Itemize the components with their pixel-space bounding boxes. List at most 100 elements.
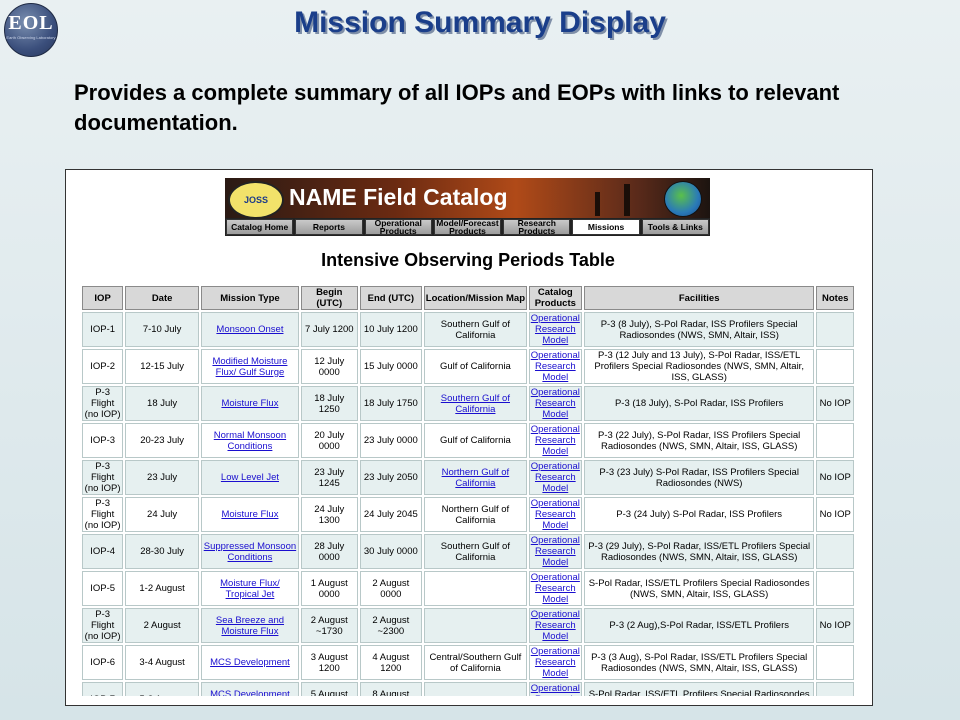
catalog-products-cell: OperationalResearchModel [528,682,582,696]
date-cell-text: 24 July [147,509,178,520]
begin-cell: 18 July 1250 [300,386,358,421]
product-link-research[interactable]: Research [535,546,576,557]
notes-cell: No IOP [816,386,854,421]
facilities-cell-text: P-3 (22 July), S-Pol Radar, ISS Profiler… [598,429,801,452]
end-cell: 8 August 1200 [359,682,423,696]
product-link-research[interactable]: Research [535,324,576,335]
notes-cell: No IOP [816,460,854,495]
end-cell-text: 4 August 1200 [372,651,410,674]
product-link-model[interactable]: Model [542,520,568,531]
facilities-cell: P-3 (24 July) S-Pol Radar, ISS Profilers [583,497,815,532]
mission-type-cell-link[interactable]: Moisture Flux [221,509,278,520]
product-link-operational[interactable]: Operational [531,461,580,472]
product-link-research[interactable]: Research [535,472,576,483]
product-link-research[interactable]: Research [535,398,576,409]
product-link-operational[interactable]: Operational [531,535,580,546]
mission-type-cell-link[interactable]: Sea Breeze and Moisture Flux [216,615,284,637]
iop-cell: IOP-7 [82,682,124,696]
product-link-research[interactable]: Research [535,583,576,594]
product-link-model[interactable]: Model [542,483,568,494]
location-cell-text: Central/Southern Gulf of California [429,651,522,674]
facilities-cell: P-3 (22 July), S-Pol Radar, ISS Profiler… [583,423,815,458]
mission-type-cell: Sea Breeze and Moisture Flux [201,608,299,643]
end-cell: 10 July 1200 [359,312,423,347]
catalog-products-cell: OperationalResearchModel [528,386,582,421]
facilities-cell: S-Pol Radar, ISS/ETL Profilers Special R… [583,682,815,696]
mission-type-cell-link[interactable]: Normal Monsoon Conditions [214,430,286,452]
facilities-cell: P-3 (18 July), S-Pol Radar, ISS Profiler… [583,386,815,421]
iop-cell: IOP-3 [82,423,124,458]
date-cell: 18 July [125,386,199,421]
product-link-operational[interactable]: Operational [531,387,580,398]
product-link-model[interactable]: Model [542,409,568,420]
joss-logo: JOSS [228,181,284,219]
mission-type-cell-link[interactable]: Moisture Flux/ Tropical Jet [220,578,280,600]
product-link-model[interactable]: Model [542,668,568,679]
tab-catalog-home[interactable]: Catalog Home [226,219,294,235]
date-cell: 24 July [125,497,199,532]
notes-cell [816,645,854,680]
product-link-model[interactable]: Model [542,446,568,457]
product-link-operational[interactable]: Operational [531,646,580,657]
tab-reports[interactable]: Reports [295,219,363,235]
location-cell: Northern Gulf of California [424,497,527,532]
catalog-nav-tabs: Catalog Home Reports Operational Products M… [225,218,710,236]
end-cell-text: 23 July 2050 [363,472,418,483]
tab-tools-links[interactable]: Tools & Links [641,219,709,235]
product-link-model[interactable]: Model [542,372,568,383]
iop-cell: P-3 Flight (no IOP) [82,497,124,532]
tab-missions[interactable]: Missions [572,219,640,235]
mission-type-cell: Monsoon Onset [201,312,299,347]
product-link-research[interactable]: Research [535,509,576,520]
product-link-research[interactable]: Research [535,435,576,446]
product-link-operational[interactable]: Operational [531,350,580,361]
location-cell [424,608,527,643]
product-link-research[interactable]: Research [535,694,576,696]
end-cell: 15 July 0000 [359,349,423,384]
product-link-research[interactable]: Research [535,361,576,372]
product-link-operational[interactable]: Operational [531,609,580,620]
begin-cell-text: 7 July 1200 [304,324,354,335]
facilities-cell-text: P-3 (29 July), S-Pol Radar, ISS/ETL Prof… [588,540,811,563]
begin-cell-text: 3 August 1200 [310,651,348,674]
product-link-operational[interactable]: Operational [531,572,580,583]
location-cell-link[interactable]: Southern Gulf of California [441,393,510,415]
end-cell-text: 30 July 0000 [363,546,418,557]
product-link-model[interactable]: Model [542,335,568,346]
end-cell: 18 July 1750 [359,386,423,421]
mission-type-cell: Suppressed Monsoon Conditions [201,534,299,569]
table-row: IOP-3 20-23 July Normal Monsoon Conditions… [82,423,854,458]
location-cell-link[interactable]: Northern Gulf of California [442,467,510,489]
tab-operational-products[interactable]: Operational Products [364,219,432,235]
product-link-research[interactable]: Research [535,657,576,668]
mission-type-cell-link[interactable]: Suppressed Monsoon Conditions [204,541,296,563]
end-cell: 23 July 2050 [359,460,423,495]
product-link-model[interactable]: Model [542,557,568,568]
location-cell-text: Gulf of California [440,361,511,372]
iop-cell-text: P-3 Flight (no IOP) [84,461,121,494]
begin-cell-text: 2 August ~1730 [310,614,348,637]
mission-type-cell-link[interactable]: MCS Development [210,657,290,668]
mission-type-cell-link[interactable]: Monsoon Onset [216,324,283,335]
product-link-operational[interactable]: Operational [531,498,580,509]
mission-type-cell: Modified Moisture Flux/ Gulf Surge [201,349,299,384]
product-link-model[interactable]: Model [542,631,568,642]
date-cell-text: 12-15 July [140,361,185,372]
tab-research-products[interactable]: Research Products [503,219,571,235]
product-link-operational[interactable]: Operational [531,313,580,324]
mission-type-cell-link[interactable]: Low Level Jet [221,472,279,483]
field-catalog-page: JOSS NAME Field Catalog Catalog Home Repo… [80,176,856,696]
mission-type-cell-link[interactable]: Modified Moisture Flux/ Gulf Surge [212,356,287,378]
notes-cell [816,312,854,347]
facilities-cell-text: S-Pol Radar, ISS/ETL Profilers Special R… [588,577,810,600]
product-link-research[interactable]: Research [535,620,576,631]
product-link-model[interactable]: Model [542,594,568,605]
product-link-operational[interactable]: Operational [531,424,580,435]
end-cell-text: 15 July 0000 [363,361,418,372]
table-row: IOP-5 1-2 August Moisture Flux/ Tropical J… [82,571,854,606]
mission-type-cell-link[interactable]: MCS Development Gulf Surge [210,689,290,697]
tab-model-forecast-products[interactable]: Model/Forecast Products [433,219,502,235]
product-link-operational[interactable]: Operational [531,683,580,694]
begin-cell-text: 28 July 0000 [314,540,345,563]
mission-type-cell-link[interactable]: Moisture Flux [221,398,278,409]
